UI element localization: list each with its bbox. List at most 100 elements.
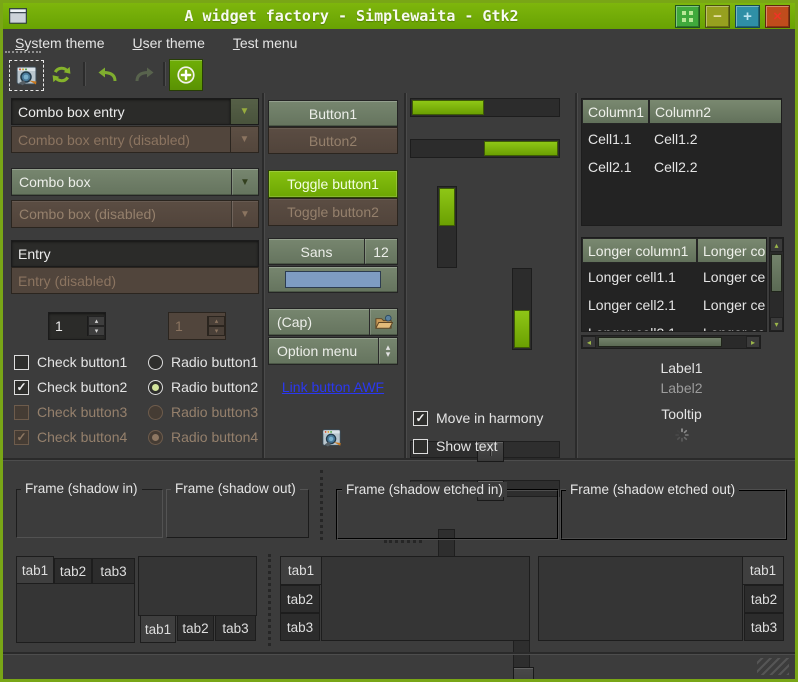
tree2-header-column1[interactable]: Longer column1 bbox=[582, 238, 697, 263]
plus-icon: + bbox=[743, 9, 752, 24]
notebook4-tab3[interactable]: tab3 bbox=[744, 613, 784, 641]
toolbar-undo-button[interactable] bbox=[91, 61, 123, 88]
radio-2[interactable] bbox=[148, 380, 163, 395]
toolbar-awf-button[interactable] bbox=[9, 60, 44, 91]
arrow-down-icon: ▾ bbox=[215, 327, 219, 335]
spin-down-button[interactable]: ▾ bbox=[88, 326, 105, 336]
undo-icon bbox=[95, 63, 119, 87]
spin-up-button: ▴ bbox=[208, 316, 225, 326]
option-menu[interactable]: Option menu ▴ ▾ bbox=[268, 337, 398, 365]
vscrollbar-thumb[interactable] bbox=[771, 254, 782, 292]
combo-box-entry[interactable]: Combo box entry ▼ bbox=[11, 98, 259, 125]
awf-app-icon bbox=[15, 64, 39, 88]
radio-dot bbox=[152, 434, 159, 441]
toolbar-new-button[interactable] bbox=[169, 59, 203, 91]
check-radio-row-4: ✓ Check button4 Radio button4 bbox=[14, 427, 262, 447]
spin-button[interactable]: 1 ▴ ▾ bbox=[48, 312, 106, 340]
notebook2-tab1[interactable]: tab1 bbox=[140, 615, 176, 643]
combo-box[interactable]: Combo box ▼ bbox=[11, 168, 259, 196]
menu-test-menu[interactable]: Test menu bbox=[233, 35, 298, 51]
arrow-up-icon: ▴ bbox=[95, 317, 99, 325]
plus-circle-icon bbox=[175, 64, 197, 86]
menu-system-theme[interactable]: System theme bbox=[15, 35, 104, 51]
cap-file-button[interactable]: (Cap) bbox=[268, 308, 398, 336]
check-icon: ✓ bbox=[16, 430, 26, 444]
menu-user-theme[interactable]: User theme bbox=[132, 35, 204, 51]
button1[interactable]: Button1 bbox=[268, 100, 398, 127]
menubar: System theme User theme Test menu bbox=[3, 29, 795, 57]
scroll-left-button[interactable]: ◂ bbox=[582, 336, 596, 348]
notebook1-tab3[interactable]: tab3 bbox=[92, 558, 135, 584]
notebook4-tab1[interactable]: tab1 bbox=[742, 556, 784, 585]
paned-divider[interactable] bbox=[404, 93, 407, 458]
progress-bar-rtl bbox=[410, 139, 560, 158]
refresh-icon bbox=[50, 63, 73, 86]
font-size-label: 12 bbox=[365, 244, 397, 260]
scroll-up-button[interactable]: ▴ bbox=[770, 238, 783, 252]
combo-entry-text[interactable]: Combo box entry bbox=[12, 99, 230, 124]
maximize-button[interactable]: + bbox=[735, 5, 760, 28]
hscrollbar-thumb[interactable] bbox=[598, 337, 722, 347]
font-button[interactable]: Sans 12 bbox=[268, 238, 398, 265]
toggle-button2-disabled: Toggle button2 bbox=[268, 198, 398, 226]
notebook2-tab3[interactable]: tab3 bbox=[215, 615, 256, 641]
checkbox-2[interactable]: ✓ bbox=[14, 380, 29, 395]
checkbox-1[interactable] bbox=[14, 355, 29, 370]
paned-divider[interactable] bbox=[575, 93, 578, 458]
paned-divider-horizontal[interactable] bbox=[3, 458, 795, 461]
window-title: A widget factory - Simplewaita - Gtk2 bbox=[28, 7, 675, 25]
check-icon: ✓ bbox=[415, 411, 425, 425]
harmony-row: ✓ Move in harmony bbox=[413, 408, 573, 428]
radio-1[interactable] bbox=[148, 355, 163, 370]
tree2-header-column2[interactable]: Longer column2 bbox=[697, 238, 767, 263]
vertical-dotted-separator bbox=[268, 554, 271, 646]
window-menu-button[interactable] bbox=[675, 5, 700, 28]
notebook4-tab2[interactable]: tab2 bbox=[744, 585, 784, 613]
scroll-right-button[interactable]: ▸ bbox=[746, 336, 760, 348]
horizontal-scrollbar[interactable]: ◂ ▸ bbox=[581, 335, 761, 349]
close-button[interactable]: × bbox=[765, 5, 790, 28]
toggle-button1-active[interactable]: Toggle button1 bbox=[268, 170, 398, 198]
label2-insensitive: Label2 bbox=[581, 380, 782, 396]
move-in-harmony-checkbox[interactable]: ✓ bbox=[413, 411, 428, 426]
vertical-dotted-separator bbox=[320, 470, 323, 540]
link-button[interactable]: Link button AWF bbox=[268, 379, 398, 395]
notebook1-tab1[interactable]: tab1 bbox=[16, 556, 54, 584]
titlebar[interactable]: A widget factory - Simplewaita - Gtk2 − … bbox=[3, 3, 795, 29]
show-text-label: Show text bbox=[436, 438, 497, 454]
combo-entry-arrow-button[interactable]: ▼ bbox=[230, 99, 258, 124]
checkbox-3-label: Check button3 bbox=[37, 404, 140, 420]
notebook3-tab2[interactable]: tab2 bbox=[280, 585, 320, 613]
notebook3-tab3[interactable]: tab3 bbox=[280, 613, 320, 641]
minimize-button[interactable]: − bbox=[705, 5, 730, 28]
radio-3-label: Radio button3 bbox=[171, 404, 258, 420]
tree1-header-column1[interactable]: Column1 bbox=[582, 99, 649, 124]
toolbar-refresh-button[interactable] bbox=[47, 61, 75, 88]
show-text-checkbox[interactable] bbox=[413, 439, 428, 454]
resize-grip[interactable] bbox=[757, 658, 789, 675]
color-button[interactable] bbox=[268, 266, 398, 293]
spin-value-disabled: 1 bbox=[169, 318, 207, 334]
paned-divider[interactable] bbox=[262, 93, 265, 458]
notebook2-tab2[interactable]: tab2 bbox=[177, 615, 214, 641]
minus-icon: − bbox=[713, 9, 722, 24]
tooltip-label: Tooltip bbox=[581, 406, 782, 422]
spin-up-button[interactable]: ▴ bbox=[88, 316, 105, 326]
toolbar-redo-button[interactable] bbox=[129, 61, 161, 88]
spin-down-button: ▾ bbox=[208, 326, 225, 336]
toolbar-separator bbox=[83, 62, 86, 86]
treeview-2: Longer column1 Longer column2 Longer cel… bbox=[581, 237, 767, 332]
vertical-scrollbar[interactable]: ▴ ▾ bbox=[769, 237, 784, 332]
label1: Label1 bbox=[581, 360, 782, 376]
spin-value[interactable]: 1 bbox=[49, 318, 87, 334]
scroll-down-button[interactable]: ▾ bbox=[770, 317, 783, 331]
toolbar-grip-dots bbox=[5, 51, 41, 56]
window: A widget factory - Simplewaita - Gtk2 − … bbox=[0, 0, 798, 682]
combo-entry-disabled-text: Combo box entry (disabled) bbox=[12, 127, 230, 152]
notebook3-tab1[interactable]: tab1 bbox=[280, 556, 322, 585]
text-entry[interactable]: Entry bbox=[11, 240, 259, 267]
chevron-down-icon: ▼ bbox=[232, 209, 258, 220]
notebook1-tab2[interactable]: tab2 bbox=[54, 558, 92, 584]
tree1-header-column2[interactable]: Column2 bbox=[649, 99, 782, 124]
progress-bar-ttb bbox=[437, 186, 457, 268]
